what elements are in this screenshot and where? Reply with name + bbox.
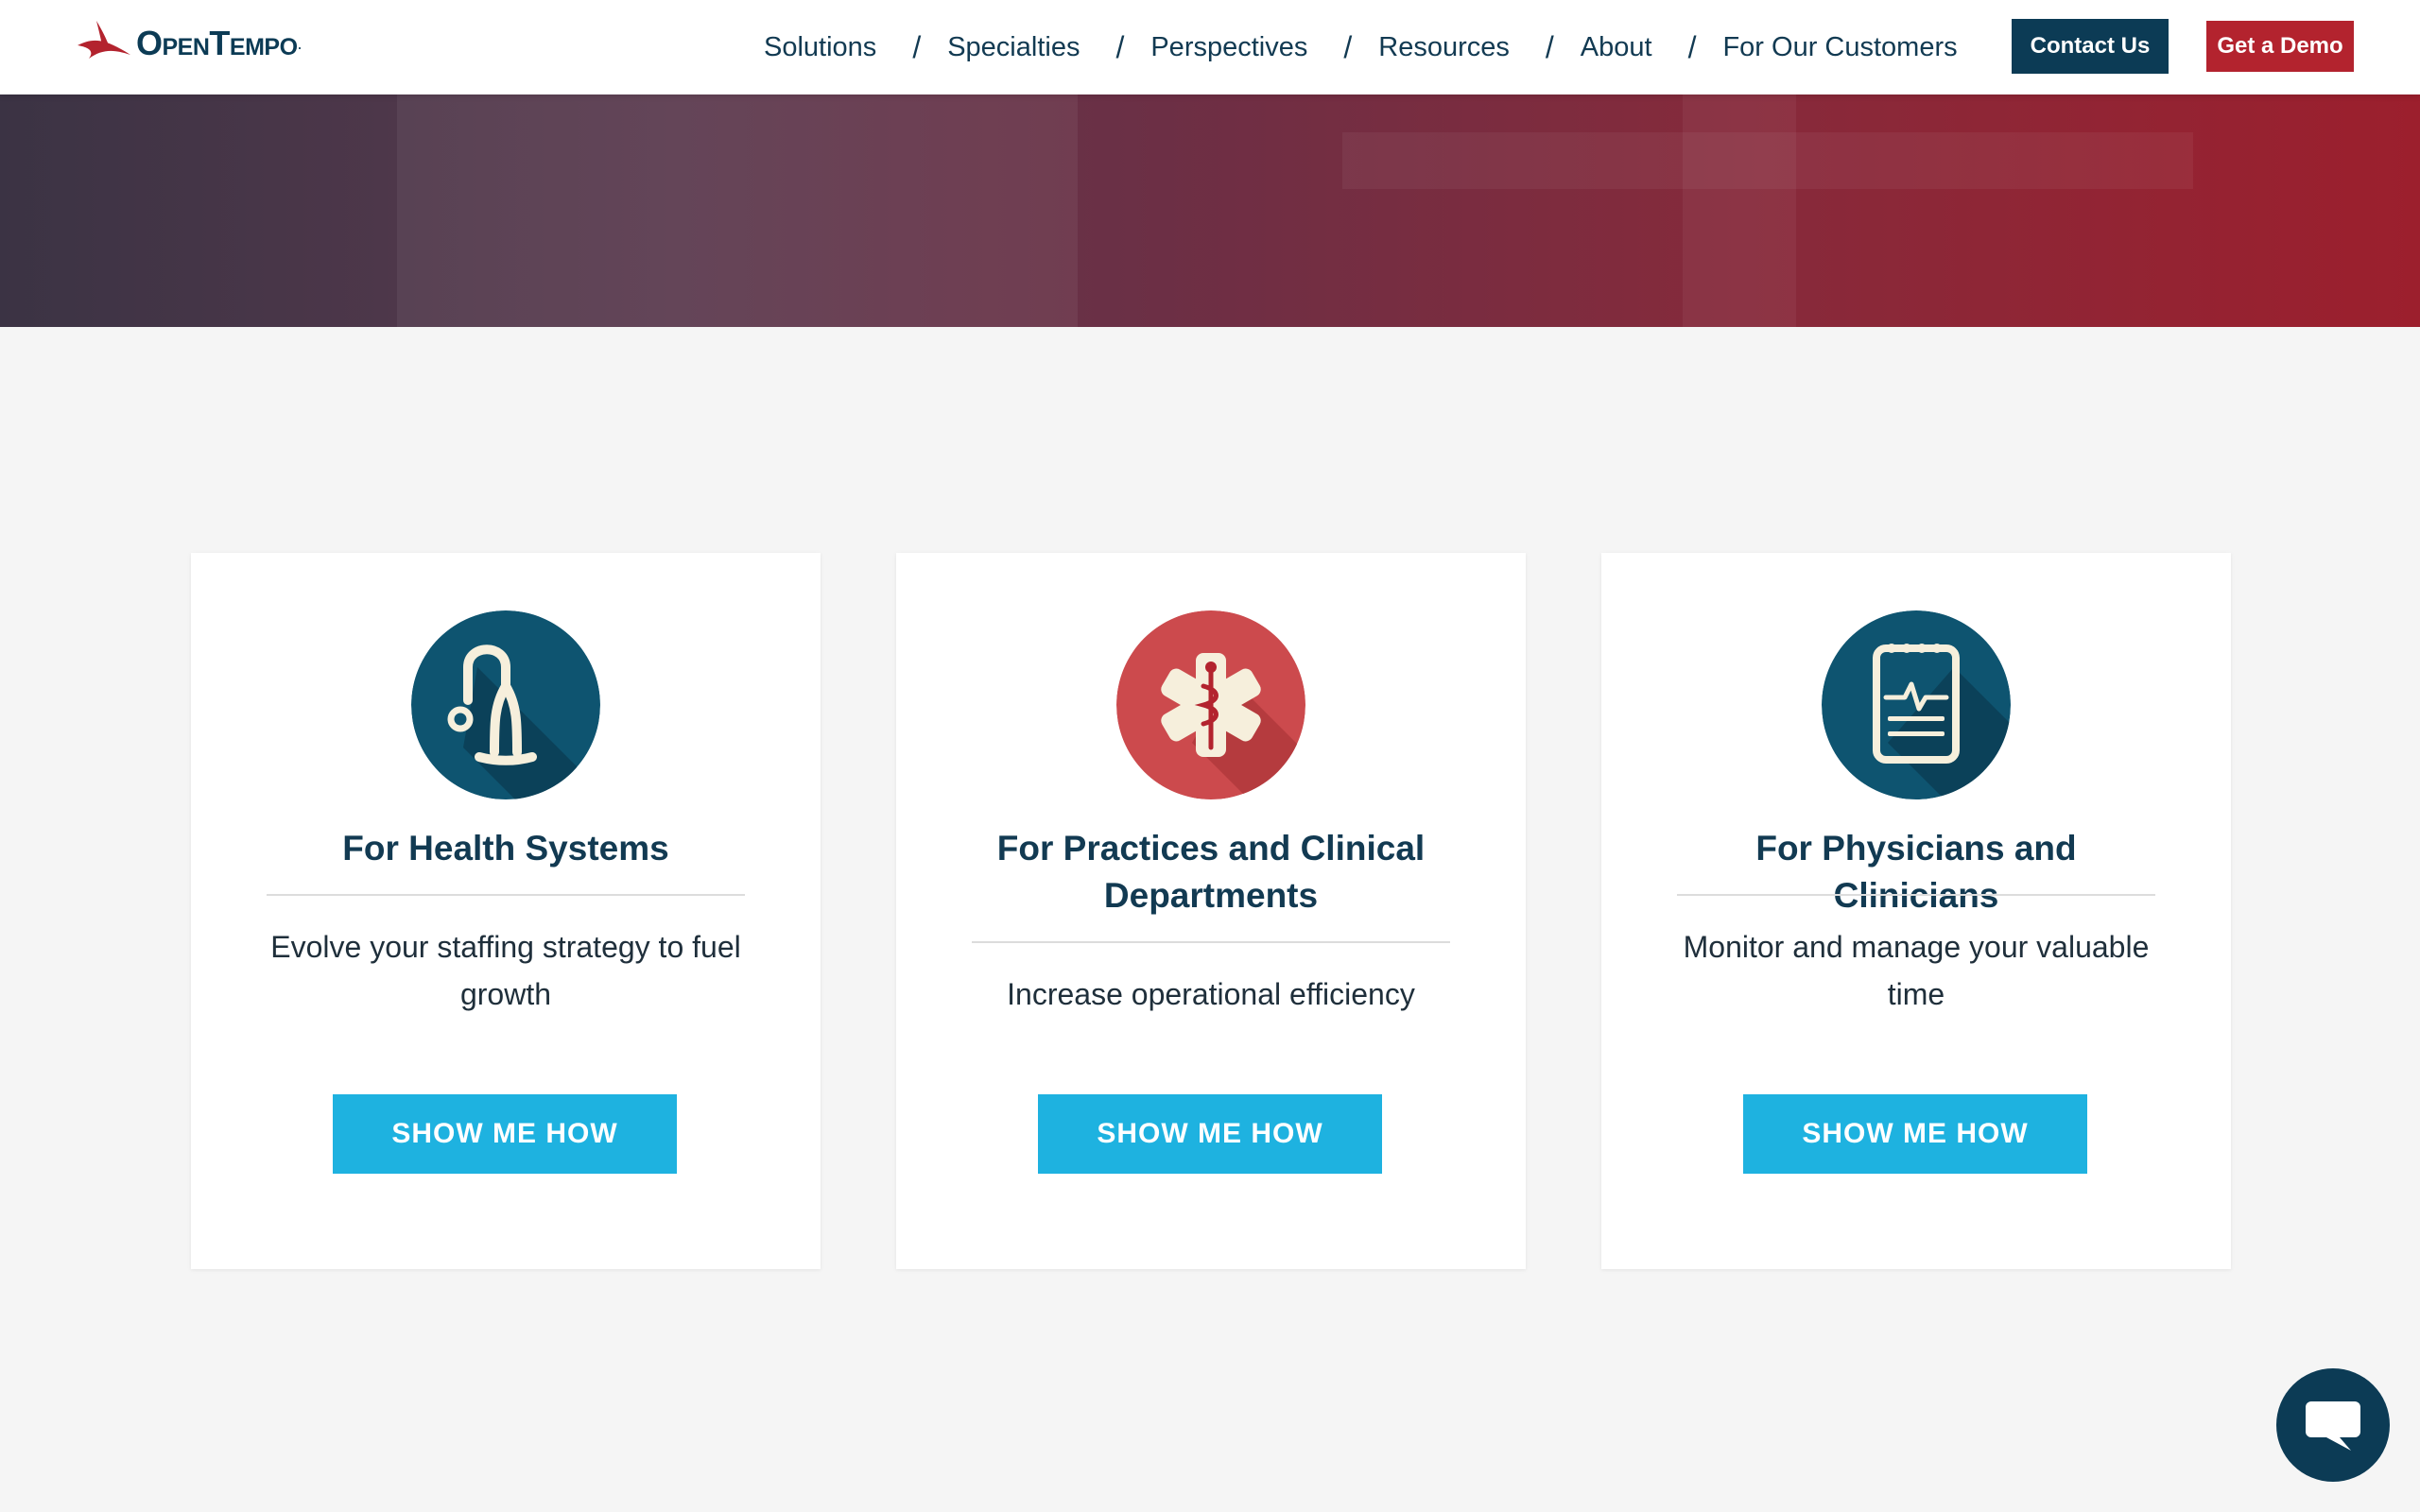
logo-trademark-dot: . (297, 33, 302, 53)
bird-logo-icon (78, 21, 130, 59)
card-divider (972, 941, 1450, 943)
medical-star-icon (1116, 610, 1305, 799)
nav-for-our-customers[interactable]: For Our Customers (1722, 32, 1957, 63)
main-nav: Solutions / Specialties / Perspectives /… (764, 25, 1958, 70)
nav-about[interactable]: About (1581, 32, 1652, 63)
card-health-systems: For Health Systems Evolve your staffing … (191, 553, 821, 1269)
chat-widget-button[interactable] (2276, 1368, 2390, 1482)
contact-us-button[interactable]: Contact Us (2012, 19, 2169, 74)
nav-separator: / (1343, 29, 1353, 64)
card-description: Increase operational efficiency (1007, 977, 1415, 1011)
opentempo-logo[interactable]: OpenTempo . (76, 15, 302, 72)
nav-specialties[interactable]: Specialties (947, 32, 1080, 63)
card-practices-clinical-departments: For Practices and Clinical Departments I… (896, 553, 1526, 1269)
hero-blur-shape (397, 94, 1078, 327)
nav-perspectives[interactable]: Perspectives (1150, 32, 1307, 63)
nav-separator: / (1687, 29, 1697, 64)
card-divider (1677, 894, 2155, 896)
nav-solutions[interactable]: Solutions (764, 32, 876, 63)
card-title: For Practices and Clinical Departments (996, 829, 1426, 915)
get-a-demo-button[interactable]: Get a Demo (2206, 21, 2354, 72)
nav-separator: / (1545, 29, 1554, 64)
nav-separator: / (912, 29, 922, 64)
card-description: Monitor and manage your valuable time (1683, 930, 2150, 1011)
stethoscope-icon (411, 610, 600, 799)
hero-blur-shape (1683, 94, 1796, 327)
nav-separator: / (1115, 29, 1125, 64)
show-me-how-button[interactable]: SHOW ME HOW (1038, 1094, 1382, 1174)
hero-banner-image (0, 94, 2420, 327)
card-title: For Physicians and Clinicians (1755, 829, 2077, 915)
show-me-how-button[interactable]: SHOW ME HOW (333, 1094, 677, 1174)
chat-bubble-icon (2306, 1401, 2360, 1451)
card-description: Evolve your staffing strategy to fuel gr… (270, 930, 741, 1011)
clipboard-heartbeat-icon (1822, 610, 2011, 799)
nav-resources[interactable]: Resources (1378, 32, 1510, 63)
logo-text: OpenTempo (136, 24, 298, 62)
card-divider (267, 894, 745, 896)
show-me-how-button[interactable]: SHOW ME HOW (1743, 1094, 2087, 1174)
card-physicians-clinicians: For Physicians and Clinicians Monitor an… (1601, 553, 2231, 1269)
card-title: For Health Systems (342, 829, 669, 868)
site-header: OpenTempo . Solutions / Specialties / Pe… (0, 0, 2420, 94)
